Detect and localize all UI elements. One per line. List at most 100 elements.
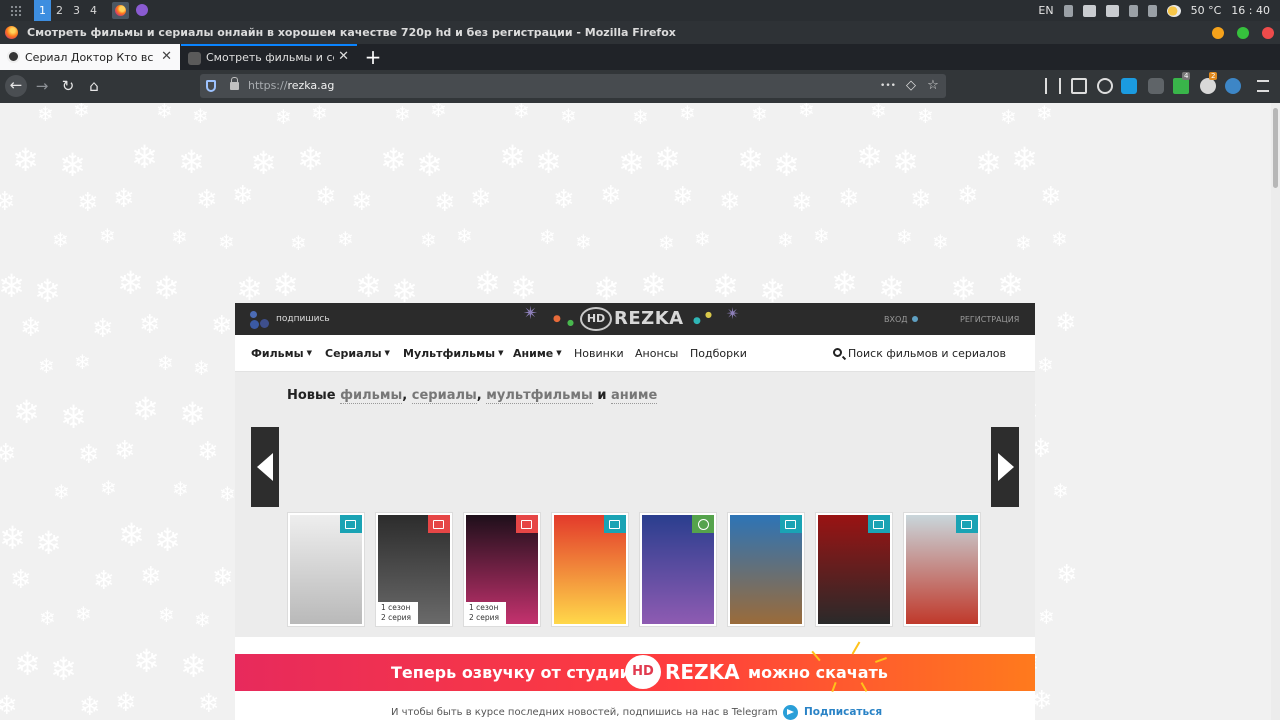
movie-poster[interactable]	[727, 512, 805, 627]
heading-films-link[interactable]: фильмы	[340, 388, 403, 404]
nav-anime[interactable]: Аниме ▼	[513, 347, 562, 360]
snowflake-icon: ❄	[910, 185, 932, 215]
movie-poster[interactable]	[903, 512, 981, 627]
snowflake-icon: ❄	[337, 227, 354, 251]
library-icon[interactable]	[1045, 78, 1061, 94]
subscribe-link[interactable]: подпишись	[276, 314, 330, 324]
subscribe-bell-icon[interactable]	[250, 311, 270, 329]
lock-icon[interactable]	[230, 77, 239, 90]
snowflake-icon: ❄	[77, 188, 99, 218]
clock[interactable]: 16 : 40	[1231, 4, 1270, 17]
movie-poster[interactable]	[287, 512, 365, 627]
extension-badge: 4	[1182, 72, 1191, 80]
page-actions-icon[interactable]: •••	[880, 78, 896, 94]
clipboard-icon[interactable]	[1082, 4, 1096, 17]
register-link[interactable]: РЕГИСТРАЦИЯ	[960, 315, 1019, 324]
new-tab-button[interactable]: +	[362, 46, 384, 68]
taskbar-app-icon[interactable]	[136, 4, 148, 16]
close-tab-icon[interactable]: ✕	[161, 49, 172, 64]
extension-cloud-icon[interactable]: 2	[1200, 72, 1218, 94]
tracking-protection-icon[interactable]	[206, 80, 216, 92]
reload-button[interactable]: ↻	[58, 76, 78, 96]
promo-banner[interactable]: Теперь озвучку от студии HD REZKA можно …	[235, 641, 1035, 693]
movie-poster[interactable]: 1 сезон 2 серия	[463, 512, 541, 627]
workspace-1-button[interactable]: 1	[34, 0, 51, 21]
hamburger-menu-icon[interactable]	[1257, 80, 1269, 92]
weather-icon[interactable]	[1166, 4, 1181, 17]
snowflake-icon: ❄	[297, 140, 324, 178]
snowflake-icon: ❄	[60, 398, 87, 436]
movie-poster[interactable]	[551, 512, 629, 627]
video-camera-icon	[868, 515, 890, 533]
heading-serials-link[interactable]: сериалы	[411, 388, 477, 404]
heading-cartoons-link[interactable]: мультфильмы	[486, 388, 593, 404]
scrollbar-thumb[interactable]	[1273, 108, 1278, 188]
forward-button[interactable]: →	[32, 76, 52, 96]
snowflake-icon: ❄	[0, 519, 26, 557]
snowflake-icon: ❄	[13, 393, 40, 431]
login-link[interactable]: ВХОД	[884, 315, 908, 324]
tab-rezka[interactable]: Смотреть фильмы и сериалы ✕	[181, 44, 357, 70]
carousel-prev-button[interactable]	[251, 427, 279, 507]
extension-user-icon[interactable]	[1225, 78, 1241, 94]
maximize-button[interactable]	[1237, 27, 1249, 39]
bluetooth-icon[interactable]	[1063, 4, 1073, 17]
extension-s-icon[interactable]	[1121, 78, 1137, 94]
minimize-button[interactable]	[1212, 27, 1224, 39]
snowflake-icon: ❄	[553, 185, 575, 215]
video-camera-icon	[340, 515, 362, 533]
movie-poster[interactable]	[639, 512, 717, 627]
volume-icon[interactable]	[1128, 4, 1138, 17]
close-window-button[interactable]	[1262, 27, 1274, 39]
nav-serials[interactable]: Сериалы ▼	[325, 347, 390, 360]
nav-announcements[interactable]: Анонсы	[635, 347, 678, 360]
firefox-taskbar-icon[interactable]	[112, 2, 129, 19]
search-link[interactable]: Поиск фильмов и сериалов	[848, 347, 1006, 360]
snowflake-icon: ❄	[430, 103, 447, 122]
snowflake-icon: ❄	[456, 224, 473, 248]
nav-collections[interactable]: Подборки	[690, 347, 747, 360]
heading-anime-link[interactable]: аниме	[610, 388, 658, 404]
snowflake-icon: ❄	[272, 266, 299, 304]
sidebar-icon[interactable]	[1071, 78, 1087, 94]
tab-doctor-who[interactable]: Сериал Доктор Кто все сезоны ✕	[0, 44, 180, 70]
carousel-next-button[interactable]	[991, 427, 1019, 507]
ublock-icon[interactable]	[1148, 78, 1164, 94]
search-icon[interactable]	[833, 348, 842, 357]
snowflake-icon: ❄	[1037, 353, 1054, 377]
bookmark-star-icon[interactable]: ☆	[925, 78, 941, 94]
page-scrollbar[interactable]	[1271, 103, 1280, 720]
web-page: ❄ ❄ ❄ ❄ ❄ ❄ ❄ ❄ ❄ ❄ ❄ ❄ ❄ ❄ ❄ ❄ ❄ ❄ ❄ ❄ ❄ ❄ ❄ ❄ ❄ ❄ ❄ ❄ ❄ ❄ ❄ ❄ ❄ ❄ ❄ ❄ ❄ ❄ ❄ ❄…	[0, 103, 1271, 720]
snowflake-icon: ❄	[856, 138, 883, 176]
snowflake-icon: ❄	[997, 266, 1024, 304]
close-tab-icon[interactable]: ✕	[338, 49, 349, 64]
keyboard-layout[interactable]: EN	[1038, 4, 1053, 17]
url-bar[interactable]: https://rezka.ag ••• ◇ ☆	[200, 74, 946, 98]
site-logo[interactable]: HD REZKA	[580, 306, 690, 332]
snowflake-icon: ❄	[133, 642, 160, 680]
snowflake-icon: ❄	[211, 311, 233, 341]
url-text[interactable]: https://rezka.ag	[248, 79, 334, 92]
wifi-icon[interactable]	[1105, 4, 1119, 17]
movie-poster[interactable]	[815, 512, 893, 627]
extension-green-icon[interactable]: 4	[1173, 72, 1191, 94]
snowflake-icon: ❄	[37, 103, 54, 126]
home-button[interactable]: ⌂	[84, 76, 104, 96]
workspace-3-button[interactable]: 3	[68, 0, 85, 21]
login-icon	[912, 316, 918, 322]
pocket-icon[interactable]: ◇	[903, 78, 919, 94]
nav-cartoons[interactable]: Мультфильмы ▼	[403, 347, 503, 360]
nav-films[interactable]: Фильмы ▼	[251, 347, 312, 360]
back-button[interactable]: ←	[5, 75, 27, 97]
telegram-subscribe-link[interactable]: Подписаться	[804, 706, 882, 718]
snowflake-icon: ❄	[1011, 140, 1038, 178]
battery-icon[interactable]	[1147, 4, 1157, 17]
nav-new[interactable]: Новинки	[574, 347, 624, 360]
workspace-4-button[interactable]: 4	[85, 0, 102, 21]
movie-poster[interactable]: 1 сезон 2 серия	[375, 512, 453, 627]
workspace-2-button[interactable]: 2	[51, 0, 68, 21]
telegram-icon[interactable]	[783, 705, 798, 720]
account-icon[interactable]	[1097, 78, 1113, 94]
snowflake-icon: ❄	[470, 184, 492, 214]
app-launcher-icon[interactable]	[10, 5, 22, 16]
